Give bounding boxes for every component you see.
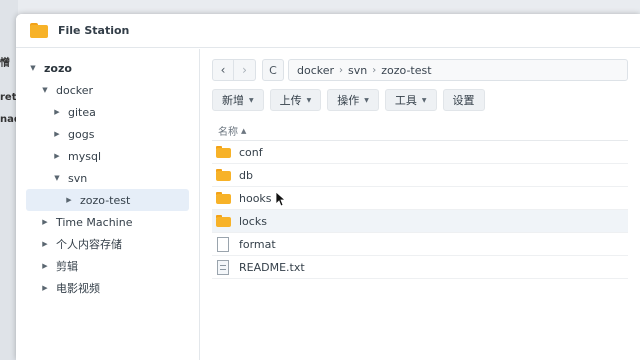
file-station-window: File Station ▼ zozo ▼ docker ▶ gitea ▶ g… [16,14,640,360]
chevron-down-icon[interactable]: ▼ [28,64,38,72]
folder-tree: ▼ zozo ▼ docker ▶ gitea ▶ gogs ▶ mysql ▼… [16,49,200,360]
list-item[interactable]: db [212,164,628,187]
list-item[interactable]: README.txt [212,256,628,279]
file-name: locks [239,214,267,228]
folder-icon [30,23,48,38]
upload-label: 上传 [279,94,302,107]
tree-label: svn [68,171,88,185]
background-fragment: ret [0,92,17,103]
list-item[interactable]: conf [212,141,628,164]
chevron-right-icon[interactable]: ▶ [52,130,62,138]
folder-icon [216,146,231,158]
action-toolbar: 新增 ▼ 上传 ▼ 操作 ▼ 工具 ▼ 设置 [212,89,628,111]
path-bar[interactable]: docker › svn › zozo-test [288,59,628,81]
list-item[interactable]: format [212,233,628,256]
chevron-right-icon[interactable]: ▶ [52,108,62,116]
path-segment[interactable]: zozo-test [381,64,431,77]
refresh-button[interactable]: C [262,59,284,81]
chevron-down-icon[interactable]: ▼ [52,174,62,182]
title-bar[interactable]: File Station [16,14,640,48]
action-label: 操作 [337,94,360,107]
file-name: db [239,168,253,182]
background-fragment: 憎 [0,58,10,69]
chevron-right-icon[interactable]: ▶ [40,218,50,226]
tools-button[interactable]: 工具 ▼ [384,89,437,111]
action-button[interactable]: 操作 ▼ [327,89,379,111]
tree-item-movies[interactable]: ▶ 电影视频 [16,277,199,299]
list-item[interactable]: hooks [212,187,628,210]
tree-item-editing[interactable]: ▶ 剪辑 [16,255,199,277]
file-name: hooks [239,191,272,205]
tree-label: mysql [68,149,101,163]
navigation-bar: ‹ › C docker › svn › zozo-test [212,59,628,81]
chevron-left-icon: ‹ [220,63,226,77]
refresh-icon: C [269,63,277,77]
chevron-right-icon[interactable]: ▶ [52,152,62,160]
column-header-name[interactable]: 名称 ▲ [212,121,628,141]
path-separator: › [339,64,344,76]
chevron-right-icon[interactable]: ▶ [40,284,50,292]
tree-item-gogs[interactable]: ▶ gogs [16,123,199,145]
folder-icon [216,215,231,227]
caret-down-icon: ▼ [364,96,369,104]
window-title: File Station [58,24,130,37]
path-segment[interactable]: svn [348,64,367,77]
back-button[interactable]: ‹ [212,59,234,81]
tree-item-time-machine[interactable]: ▶ Time Machine [16,211,199,233]
tree-item-gitea[interactable]: ▶ gitea [16,101,199,123]
tree-item-personal-storage[interactable]: ▶ 个人内容存储 [16,233,199,255]
folder-icon [216,192,231,204]
tree-label: 个人内容存储 [56,238,122,251]
file-name: format [239,237,276,251]
tree-label: 电影视频 [56,282,100,295]
chevron-right-icon[interactable]: ▶ [40,240,50,248]
upload-button[interactable]: 上传 ▼ [269,89,322,111]
tree-root-zozo[interactable]: ▼ zozo [16,57,199,79]
path-separator: › [372,64,377,76]
tools-label: 工具 [394,94,417,107]
file-browser: ‹ › C docker › svn › zozo-test 新增 ▼ 上传 ▼… [200,49,640,360]
settings-button[interactable]: 设置 [442,89,485,111]
chevron-right-icon[interactable]: ▶ [40,262,50,270]
settings-label: 设置 [452,94,475,107]
tree-item-mysql[interactable]: ▶ mysql [16,145,199,167]
chevron-right-icon: › [242,63,247,77]
folder-icon [216,169,231,181]
column-header-label: 名称 [218,127,238,138]
tree-item-docker[interactable]: ▼ docker [16,79,199,101]
tree-item-zozo-test[interactable]: ▶ zozo-test [26,189,189,211]
tree-label: zozo [44,61,72,75]
forward-button[interactable]: › [234,59,256,81]
file-name: conf [239,145,263,159]
tree-label: 剪辑 [56,260,78,273]
text-file-icon [217,259,229,275]
create-label: 新增 [222,94,244,107]
tree-label: gitea [68,105,96,119]
path-segment[interactable]: docker [297,64,334,77]
chevron-right-icon[interactable]: ▶ [64,196,74,204]
create-button[interactable]: 新增 ▼ [212,89,264,111]
tree-label: docker [56,83,94,97]
file-icon [217,236,229,252]
file-name: README.txt [239,260,305,274]
tree-label: gogs [68,127,95,141]
caret-down-icon: ▼ [249,96,254,104]
tree-item-svn[interactable]: ▼ svn [16,167,199,189]
chevron-down-icon[interactable]: ▼ [40,86,50,94]
list-item[interactable]: locks [212,210,628,233]
caret-down-icon: ▼ [421,96,427,104]
caret-down-icon: ▼ [306,96,312,104]
tree-label: Time Machine [56,215,133,229]
tree-label: zozo-test [80,193,131,207]
sort-ascending-icon: ▲ [241,126,247,135]
